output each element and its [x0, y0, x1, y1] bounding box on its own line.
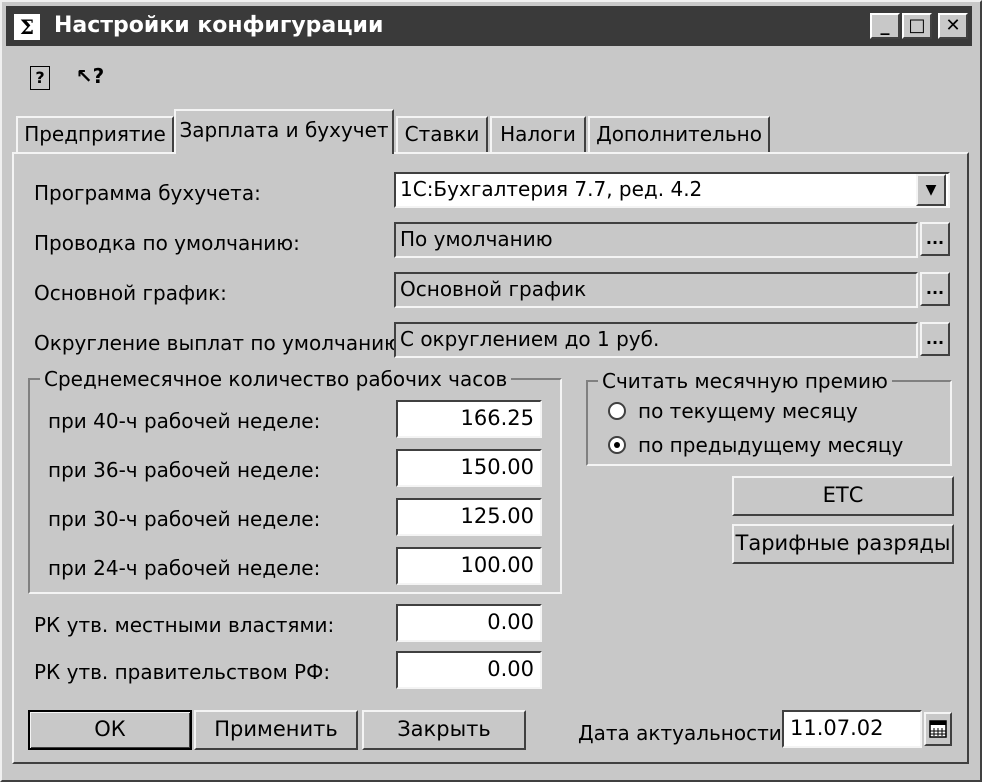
main-schedule-label: Основной график:: [34, 281, 227, 305]
app-sigma-icon: Σ: [14, 14, 40, 40]
help-icon[interactable]: ?: [30, 66, 50, 90]
tab-additional[interactable]: Дополнительно: [588, 116, 770, 152]
tab-rates[interactable]: Ставки: [396, 116, 488, 152]
accounting-program-label: Программа бухучета:: [34, 181, 261, 205]
main-schedule-select-button[interactable]: ...: [920, 272, 950, 306]
default-posting-label: Проводка по умолчанию:: [34, 231, 300, 255]
hours-40-input[interactable]: 166.25: [396, 400, 542, 438]
default-posting-field[interactable]: По умолчанию: [394, 222, 918, 258]
ok-button[interactable]: ОК: [28, 710, 192, 750]
calendar-glyph: [929, 720, 947, 738]
hours-36-input[interactable]: 150.00: [396, 449, 542, 487]
minimize-button[interactable]: _: [870, 13, 900, 39]
rounding-label: Округление выплат по умолчанию:: [34, 331, 408, 355]
title-bar[interactable]: Σ Настройки конфигурации _ □ ✕: [6, 6, 972, 46]
radio-selected-dot: [614, 442, 620, 448]
maximize-button[interactable]: □: [902, 13, 932, 39]
config-settings-window: Σ Настройки конфигурации _ □ ✕ ? ↖? Пред…: [0, 0, 982, 782]
hours-40-label: при 40-ч рабочей неделе:: [48, 409, 321, 433]
rk-government-input[interactable]: 0.00: [396, 651, 542, 689]
accounting-program-select[interactable]: 1С:Бухгалтерия 7.7, ред. 4.2: [394, 172, 950, 208]
hours-36-label: при 36-ч рабочей неделе:: [48, 458, 321, 482]
working-hours-legend: Среднемесячное количество рабочих часов: [40, 366, 512, 392]
context-help-pointer-icon[interactable]: ↖?: [74, 62, 106, 90]
calendar-icon[interactable]: [924, 712, 952, 746]
tab-enterprise[interactable]: Предприятие: [16, 116, 174, 152]
hours-24-input[interactable]: 100.00: [396, 547, 542, 585]
rounding-select-button[interactable]: ...: [920, 322, 950, 356]
tab-salary-accounting[interactable]: Зарплата и бухучет: [174, 109, 394, 154]
rk-local-label: РК утв. местными властями:: [34, 613, 335, 637]
radio-previous-month-label[interactable]: по предыдущему месяцу: [638, 432, 903, 458]
actual-date-input[interactable]: 11.07.02: [782, 710, 922, 748]
radio-previous-month[interactable]: [608, 436, 626, 454]
close-window-button[interactable]: ✕: [938, 13, 968, 39]
rk-local-input[interactable]: 0.00: [396, 604, 542, 642]
main-schedule-field[interactable]: Основной график: [394, 272, 918, 308]
hours-24-label: при 24-ч рабочей неделе:: [48, 556, 321, 580]
tab-taxes[interactable]: Налоги: [490, 116, 586, 152]
window-title: Настройки конфигурации: [54, 13, 384, 38]
rk-government-label: РК утв. правительством РФ:: [34, 660, 331, 684]
monthly-bonus-legend: Считать месячную премию: [598, 368, 892, 394]
ets-button[interactable]: ЕТС: [732, 476, 954, 516]
close-button[interactable]: Закрыть: [362, 710, 526, 750]
chevron-down-icon[interactable]: ▼: [916, 174, 946, 206]
radio-current-month[interactable]: [608, 402, 626, 420]
radio-current-month-label[interactable]: по текущему месяцу: [638, 398, 858, 424]
actual-date-label: Дата актуальности: [578, 721, 782, 745]
hours-30-input[interactable]: 125.00: [396, 498, 542, 536]
rounding-field[interactable]: С округлением до 1 руб.: [394, 322, 918, 358]
default-posting-select-button[interactable]: ...: [920, 222, 950, 256]
hours-30-label: при 30-ч рабочей неделе:: [48, 507, 321, 531]
apply-button[interactable]: Применить: [194, 710, 358, 750]
tariff-grades-button[interactable]: Тарифные разряды: [732, 524, 954, 564]
